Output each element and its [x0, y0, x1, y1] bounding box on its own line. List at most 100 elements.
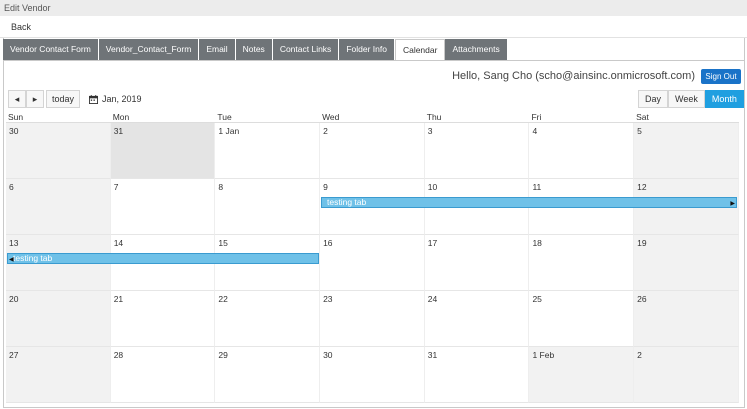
day-cell[interactable]: 25: [529, 291, 635, 347]
day-number: 29: [218, 350, 228, 360]
weekday-label: Sat: [636, 112, 649, 122]
weekday-label: Sun: [8, 112, 24, 122]
day-number: 1 Feb: [532, 350, 555, 360]
weekday-label: Mon: [112, 112, 130, 122]
day-number: 26: [637, 294, 647, 304]
day-cell[interactable]: 22: [215, 291, 321, 347]
day-number: 22: [218, 294, 228, 304]
day-number: 20: [9, 294, 19, 304]
day-number: 8: [218, 182, 224, 192]
day-cell[interactable]: 21: [110, 291, 216, 347]
day-number: 12: [637, 182, 647, 192]
day-cell[interactable]: 27: [6, 347, 111, 403]
day-number: 24: [427, 294, 438, 304]
day-number: 13: [9, 238, 19, 248]
calendar-week: 20 21 22 23 24 25 26: [6, 291, 739, 347]
week-view-button[interactable]: Week: [668, 90, 705, 108]
weekday-label: Wed: [322, 112, 340, 122]
day-cell[interactable]: 28: [110, 347, 216, 403]
day-number: 10: [427, 182, 438, 192]
day-cell[interactable]: 20: [6, 291, 111, 347]
day-cell[interactable]: 29: [215, 347, 321, 403]
day-cell[interactable]: 4: [529, 123, 635, 179]
day-cell[interactable]: 2: [634, 347, 739, 403]
day-number: 3: [427, 126, 433, 136]
next-month-button[interactable]: ▸: [26, 90, 44, 108]
user-greeting: Hello, Sang Cho (scho@ainsinc.onmicrosof…: [452, 70, 695, 82]
back-link[interactable]: Back: [11, 22, 31, 32]
today-button[interactable]: today: [46, 90, 80, 108]
calendar-toolbar: ◂ ▸ today: [8, 90, 80, 108]
day-cell[interactable]: 30: [6, 123, 111, 179]
day-cell[interactable]: 17: [424, 235, 530, 291]
day-number: 15: [218, 238, 228, 248]
tab-vendor-contact-form-2[interactable]: Vendor_Contact_Form: [98, 39, 200, 60]
day-number: 5: [637, 126, 642, 136]
tab-calendar[interactable]: Calendar: [394, 39, 446, 60]
day-cell[interactable]: 7: [110, 179, 216, 235]
day-number: 21: [113, 294, 124, 304]
day-cell[interactable]: 31: [110, 123, 216, 179]
event-title: testing tab: [327, 197, 367, 207]
continues-left-icon: ◀: [9, 257, 14, 263]
prev-month-button[interactable]: ◂: [8, 90, 26, 108]
continues-right-icon: ▶: [730, 201, 735, 207]
calendar-event[interactable]: ◀ testing tab: [7, 253, 319, 264]
chevron-left-icon: ◂: [14, 94, 20, 104]
day-cell[interactable]: 24: [424, 291, 530, 347]
calendar-week: 27 28 29 30 31 1 Feb 2: [6, 347, 739, 403]
tab-folder-info[interactable]: Folder Info: [339, 39, 395, 60]
day-cell[interactable]: 5: [634, 123, 739, 179]
tab-vendor-contact-form[interactable]: Vendor Contact Form: [3, 39, 99, 60]
month-calendar: Sun Mon Tue Wed Thu Fri Sat 30 31 1 Jan …: [6, 111, 739, 406]
day-number: 1 Jan: [218, 126, 240, 136]
day-cell[interactable]: 6: [6, 179, 111, 235]
day-number: 30: [9, 126, 19, 136]
day-number: 2: [323, 126, 328, 136]
month-view-button[interactable]: Month: [704, 90, 744, 108]
day-cell[interactable]: 18: [529, 235, 635, 291]
back-bar: Back: [0, 16, 747, 38]
day-cell[interactable]: 8: [215, 179, 321, 235]
calendar-icon: [89, 94, 98, 104]
day-number: 25: [532, 294, 542, 304]
day-number: 2: [637, 350, 642, 360]
day-number: 16: [323, 238, 333, 248]
date-picker[interactable]: Jan, 2019: [89, 94, 142, 104]
day-number: 9: [323, 182, 328, 192]
day-cell[interactable]: 1 Feb: [529, 347, 635, 403]
day-view-button[interactable]: Day: [638, 90, 669, 108]
tab-attachments[interactable]: Attachments: [445, 39, 508, 60]
day-number: 19: [637, 238, 647, 248]
tab-notes[interactable]: Notes: [235, 39, 273, 60]
day-number: 27: [9, 350, 19, 360]
day-cell[interactable]: 3: [424, 123, 530, 179]
day-cell[interactable]: 23: [320, 291, 425, 347]
day-cell[interactable]: 26: [634, 291, 739, 347]
current-month-label: Jan, 2019: [102, 94, 142, 104]
tab-bar: Vendor Contact Form Vendor_Contact_Form …: [3, 39, 508, 60]
day-number: 31: [427, 350, 438, 360]
day-cell[interactable]: 16: [320, 235, 425, 291]
day-cell[interactable]: 2: [320, 123, 425, 179]
calendar-week: 30 31 1 Jan 2 3 4 5: [6, 123, 739, 179]
day-cell[interactable]: 31: [424, 347, 530, 403]
weekday-label: Fri: [531, 112, 542, 122]
day-cell[interactable]: 30: [320, 347, 425, 403]
day-number: 30: [323, 350, 333, 360]
day-number: 6: [9, 182, 14, 192]
tab-divider: [3, 60, 745, 61]
tab-contact-links[interactable]: Contact Links: [272, 39, 340, 60]
event-title: testing tab: [13, 253, 53, 263]
day-number: 7: [113, 182, 119, 192]
sign-out-button[interactable]: Sign Out: [701, 69, 741, 84]
day-cell[interactable]: 1 Jan: [215, 123, 321, 179]
weekday-label: Thu: [426, 112, 442, 122]
day-number: 17: [427, 238, 438, 248]
tab-email[interactable]: Email: [199, 39, 236, 60]
weekday-header: Sun Mon Tue Wed Thu Fri Sat: [6, 111, 739, 123]
view-switcher: Day Week Month: [638, 90, 744, 108]
day-number: 28: [113, 350, 124, 360]
day-cell[interactable]: 19: [634, 235, 739, 291]
calendar-event[interactable]: testing tab ▶: [321, 197, 737, 208]
